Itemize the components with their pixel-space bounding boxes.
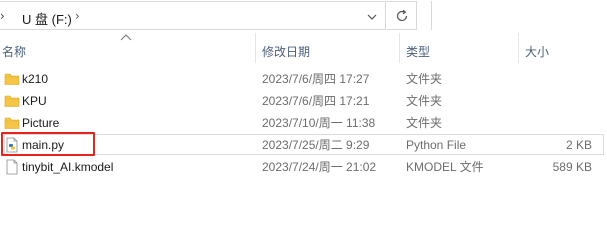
file-size: 2 KB	[565, 138, 592, 152]
breadcrumb-chevron[interactable]: ›	[75, 9, 80, 23]
column-type-header[interactable]: 类型	[406, 43, 430, 60]
file-type: KMODEL 文件	[406, 160, 484, 174]
file-date: 2023/7/10/周一 11:38	[262, 116, 376, 130]
breadcrumb-drive[interactable]: U 盘 (F:)	[22, 9, 72, 28]
generic-file-icon	[6, 159, 18, 175]
column-header: 名称 修改日期 类型 大小	[0, 31, 607, 67]
file-type: 文件夹	[406, 94, 443, 108]
column-divider[interactable]	[255, 33, 256, 63]
file-row[interactable]: Picture 2023/7/10/周一 11:38 文件夹	[0, 112, 607, 134]
file-date: 2023/7/25/周二 9:29	[262, 138, 370, 152]
address-toolbar: › U 盘 (F:) ›	[0, 0, 607, 31]
column-size-header[interactable]: 大小	[525, 43, 549, 60]
file-type: 文件夹	[406, 116, 443, 130]
file-type: Python File	[406, 138, 467, 152]
address-dropdown-icon[interactable]	[364, 9, 380, 25]
file-name: main.py	[22, 138, 65, 152]
file-date: 2023/7/24/周一 21:02	[262, 160, 377, 174]
folder-icon	[4, 73, 20, 85]
search-input[interactable]	[431, 1, 607, 30]
file-name: Picture	[22, 116, 60, 130]
column-divider[interactable]	[518, 33, 519, 63]
file-row[interactable]: KPU 2023/7/6/周四 17:21 文件夹	[0, 90, 607, 112]
column-date-header[interactable]: 修改日期	[262, 43, 310, 60]
file-row[interactable]: k210 2023/7/6/周四 17:27 文件夹	[0, 68, 607, 90]
refresh-button[interactable]	[387, 1, 417, 30]
python-file-icon	[6, 137, 18, 153]
refresh-icon	[396, 9, 407, 21]
file-name: k210	[22, 72, 49, 86]
file-date: 2023/7/6/周四 17:21	[262, 94, 370, 108]
breadcrumb-root-chevron[interactable]: ›	[0, 9, 5, 23]
sort-ascending-icon	[120, 34, 132, 41]
file-row[interactable]: tinybit_AI.kmodel 2023/7/24/周一 21:02 KMO…	[0, 156, 607, 178]
file-row-selected[interactable]: main.py 2023/7/25/周二 9:29 Python File 2 …	[0, 134, 607, 156]
file-name: tinybit_AI.kmodel	[22, 160, 114, 174]
file-size: 589 KB	[552, 160, 592, 174]
file-date: 2023/7/6/周四 17:27	[262, 72, 370, 86]
address-bar[interactable]: › U 盘 (F:) ›	[0, 1, 386, 30]
file-type: 文件夹	[406, 72, 443, 86]
column-divider[interactable]	[399, 33, 400, 63]
column-name-header[interactable]: 名称	[2, 43, 26, 60]
file-name: KPU	[22, 94, 47, 108]
folder-icon	[4, 117, 20, 129]
folder-icon	[4, 95, 20, 107]
